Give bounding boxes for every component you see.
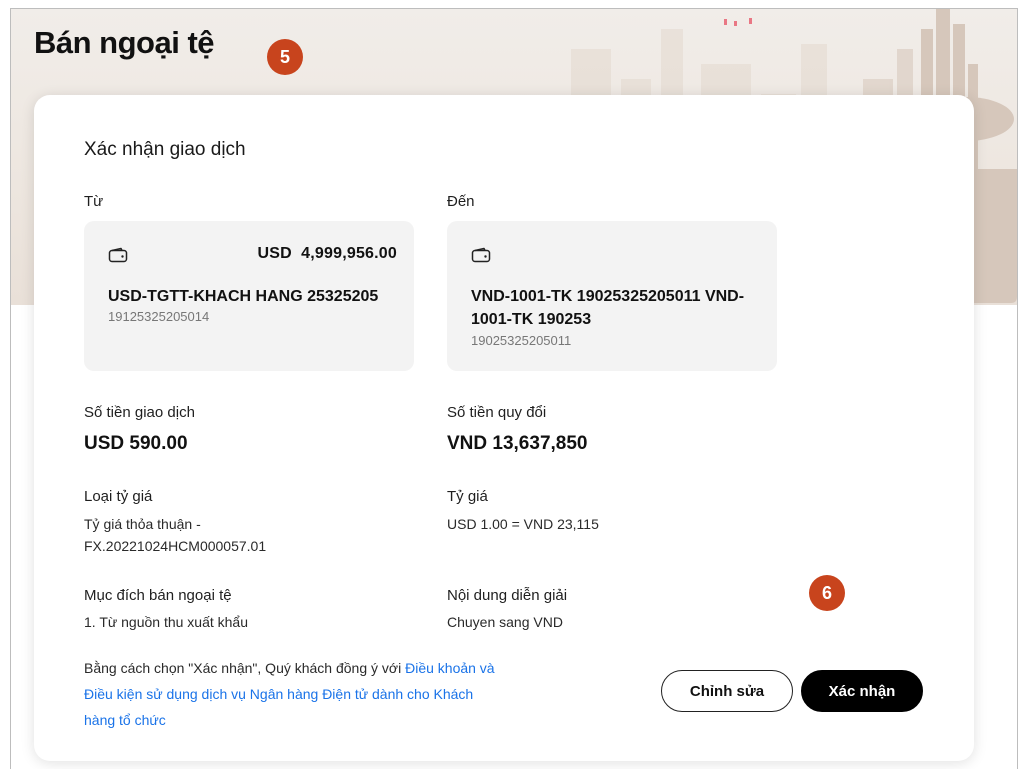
purpose-value: 1. Từ nguồn thu xuất khẩu [84, 614, 249, 630]
source-balance: USD 4,999,956.00 [257, 245, 397, 262]
app-frame: Bán ngoại tệ 5 Xác nhận giao dịch Từ Đến… [10, 8, 1018, 769]
rate-value: USD 1.00 = VND 23,115 [447, 516, 599, 532]
destination-account-panel: VND-1001-TK 19025325205011 VND-1001-TK 1… [447, 221, 777, 371]
step-badge: 6 [809, 575, 845, 611]
terms-notice: Bằng cách chọn "Xác nhận", Quý khách đồn… [84, 655, 504, 733]
converted-amount-value: VND 13,637,850 [447, 433, 588, 454]
description-value: Chuyen sang VND [447, 614, 563, 630]
destination-account-number: 19025325205011 [471, 333, 572, 348]
source-account-number: 19125325205014 [108, 309, 210, 324]
confirmation-card: Xác nhận giao dịch Từ Đến USD 4,999,956.… [34, 95, 974, 761]
wallet-icon [471, 247, 491, 263]
from-label: Từ [84, 193, 104, 210]
edit-button[interactable]: Chỉnh sửa [661, 670, 793, 712]
purpose-label: Mục đích bán ngoại tệ [84, 587, 232, 604]
source-account-name: USD-TGTT-KHACH HANG 25325205 [108, 288, 379, 305]
amount-value: USD 590.00 [84, 433, 188, 454]
to-label: Đến [447, 193, 475, 210]
page-title: Bán ngoại tệ [34, 25, 215, 60]
description-label: Nội dung diễn giải [447, 587, 568, 604]
amount-label: Số tiền giao dịch [84, 404, 195, 421]
rate-type-value: Tỷ giá thỏa thuận - FX.20221024HCM000057… [84, 516, 267, 554]
rate-label: Tỷ giá [447, 488, 488, 505]
step-badge: 5 [267, 39, 303, 75]
converted-amount-label: Số tiền quy đổi [447, 404, 547, 421]
terms-text: Bằng cách chọn "Xác nhận", Quý khách đồn… [84, 660, 406, 676]
confirm-button[interactable]: Xác nhận [801, 670, 923, 712]
destination-account-name: VND-1001-TK 19025325205011 VND-1001-TK 1… [471, 288, 745, 328]
source-account-panel: USD 4,999,956.00 USD-TGTT-KHACH HANG 253… [84, 221, 414, 371]
wallet-icon [108, 247, 128, 263]
rate-type-label: Loại tỷ giá [84, 488, 153, 505]
card-title: Xác nhận giao dịch [84, 139, 246, 160]
